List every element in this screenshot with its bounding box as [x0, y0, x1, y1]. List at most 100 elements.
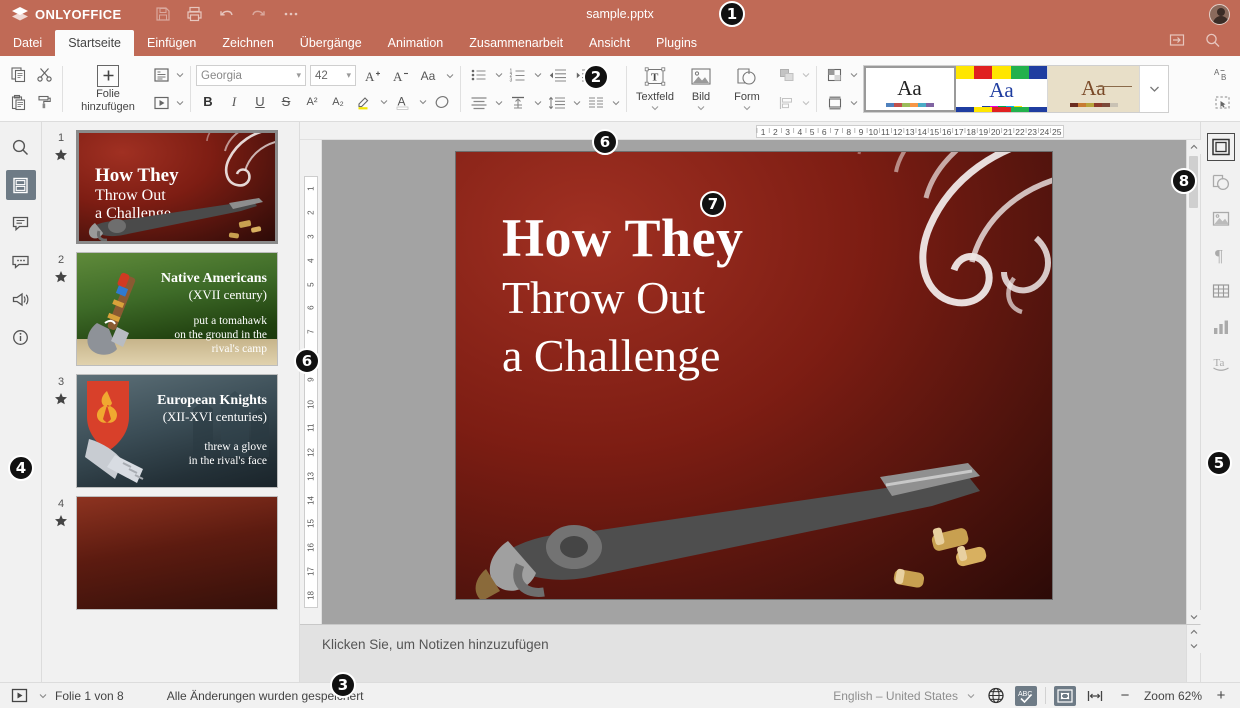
increase-font-size-icon[interactable]: A: [360, 65, 384, 87]
sidebar-item-comments[interactable]: [6, 208, 36, 238]
select-all-icon[interactable]: [1209, 91, 1235, 115]
thumbnail-row-3[interactable]: 3: [42, 366, 299, 488]
scroll-down-arrow-icon[interactable]: [1187, 610, 1201, 624]
font-color-caret-icon[interactable]: [417, 92, 428, 112]
canvas-vertical-scrollbar[interactable]: [1186, 140, 1200, 624]
theme-gallery-more-icon[interactable]: [1140, 66, 1168, 112]
slide-size-caret-icon[interactable]: [848, 65, 859, 85]
tab-zeichnen[interactable]: Zeichnen: [209, 30, 286, 56]
tab-datei[interactable]: Datei: [0, 30, 55, 56]
insert-textbox-button[interactable]: T Textfeld: [632, 61, 678, 117]
transition-star-icon[interactable]: [54, 270, 68, 284]
slideshow-caret-icon[interactable]: [37, 686, 48, 706]
slide-layout-icon[interactable]: [148, 63, 174, 87]
columns-icon[interactable]: [583, 91, 609, 115]
tab-einfuegen[interactable]: Einfügen: [134, 30, 209, 56]
thumbnail-row-2[interactable]: 2: [42, 244, 299, 366]
tab-ansicht[interactable]: Ansicht: [576, 30, 643, 56]
slide-stage[interactable]: How They Throw Out a Challenge: [322, 140, 1186, 624]
slide-settings-icon[interactable]: [1208, 134, 1234, 160]
line-spacing-icon[interactable]: [544, 91, 570, 115]
insert-shape-caret-icon[interactable]: [743, 104, 751, 112]
numbering-icon[interactable]: 123: [505, 63, 531, 87]
horizontal-ruler[interactable]: 1 2 3 4 5 6 7 8 9 10 11 12 13 14 15 16 1: [300, 122, 1200, 140]
insert-shape-button[interactable]: Form: [724, 61, 770, 117]
slide-thumbnail-4[interactable]: [76, 496, 278, 610]
set-language-icon[interactable]: [985, 686, 1007, 706]
font-family-input[interactable]: Georgia ▾: [196, 65, 306, 86]
slide-thumbnail-2[interactable]: Native Americans (XVII century) put a to…: [76, 252, 278, 366]
textart-settings-icon[interactable]: Ta: [1208, 350, 1234, 376]
align-icon[interactable]: [466, 91, 492, 115]
undo-icon[interactable]: [212, 1, 242, 27]
save-icon[interactable]: [148, 1, 178, 27]
change-case-icon[interactable]: Aa: [416, 65, 440, 87]
more-icon[interactable]: [276, 1, 306, 27]
zoom-out-button[interactable]: −: [1114, 686, 1136, 706]
insert-image-caret-icon[interactable]: [697, 104, 705, 112]
transition-star-icon[interactable]: [54, 514, 68, 528]
line-spacing-caret-icon[interactable]: [571, 93, 582, 113]
scroll-up-arrow-icon[interactable]: [1187, 140, 1201, 154]
theme-classic[interactable]: Aa: [1048, 66, 1140, 112]
slide-transition-icon[interactable]: [148, 91, 174, 115]
strikethrough-button[interactable]: S: [274, 91, 298, 113]
slide-thumbnails-panel[interactable]: 1 How They Throw Out a Challenge: [42, 122, 300, 682]
theme-bright[interactable]: Aa: [956, 66, 1048, 112]
chart-settings-icon[interactable]: [1208, 314, 1234, 340]
highlight-color-icon[interactable]: [352, 91, 376, 113]
open-file-location-icon[interactable]: [1162, 27, 1192, 53]
insert-textbox-caret-icon[interactable]: [651, 104, 659, 112]
theme-office[interactable]: Aa: [864, 66, 956, 112]
tab-animation[interactable]: Animation: [375, 30, 457, 56]
paste-icon[interactable]: [5, 91, 31, 115]
tab-plugins[interactable]: Plugins: [643, 30, 710, 56]
search-icon[interactable]: [1198, 27, 1228, 53]
current-slide-canvas[interactable]: How They Throw Out a Challenge: [456, 152, 1052, 599]
change-case-caret-icon[interactable]: [444, 66, 455, 86]
tab-zusammenarbeit[interactable]: Zusammenarbeit: [456, 30, 576, 56]
subscript-button[interactable]: A₂: [326, 91, 350, 113]
shape-settings-icon[interactable]: [1208, 170, 1234, 196]
redo-icon[interactable]: [244, 1, 274, 27]
notes-scroll-up-arrow-icon[interactable]: [1187, 625, 1201, 639]
add-slide-button[interactable]: Folie hinzufügen: [68, 61, 148, 117]
spellcheck-icon[interactable]: ABC: [1015, 686, 1037, 706]
bold-button[interactable]: B: [196, 91, 220, 113]
slide-thumbnail-1[interactable]: How They Throw Out a Challenge: [76, 130, 278, 244]
notes-pane[interactable]: Klicken Sie, um Notizen hinzuzufügen: [300, 624, 1200, 682]
table-settings-icon[interactable]: [1208, 278, 1234, 304]
copy-icon[interactable]: [5, 63, 31, 87]
format-painter-icon[interactable]: [31, 91, 57, 115]
sidebar-item-about[interactable]: [6, 322, 36, 352]
notes-vertical-scrollbar[interactable]: [1186, 625, 1200, 682]
bullets-caret-icon[interactable]: [493, 65, 504, 85]
fit-width-icon[interactable]: [1084, 686, 1106, 706]
sidebar-item-slides[interactable]: [6, 170, 36, 200]
fit-slide-icon[interactable]: [1054, 686, 1076, 706]
italic-button[interactable]: I: [222, 91, 246, 113]
sidebar-item-search[interactable]: [6, 132, 36, 162]
underline-button[interactable]: U: [248, 91, 272, 113]
decrease-font-size-icon[interactable]: A: [388, 65, 412, 87]
insert-image-button[interactable]: Bild: [678, 61, 724, 117]
highlight-caret-icon[interactable]: [378, 92, 389, 112]
superscript-button[interactable]: A²: [300, 91, 324, 113]
transition-star-icon[interactable]: [54, 148, 68, 162]
sidebar-item-feedback[interactable]: [6, 284, 36, 314]
tab-startseite[interactable]: Startseite: [55, 30, 134, 56]
slide-settings-toolbar-icon[interactable]: [822, 91, 848, 115]
slide-thumbnail-3[interactable]: European Knights (XII-XVI centuries) thr…: [76, 374, 278, 488]
image-settings-icon[interactable]: [1208, 206, 1234, 232]
vertical-align-icon[interactable]: [505, 91, 531, 115]
slide-transition-caret-icon[interactable]: [174, 93, 185, 113]
bullets-icon[interactable]: [466, 63, 492, 87]
zoom-level-label[interactable]: Zoom 62%: [1144, 689, 1202, 703]
notes-scroll-down-arrow-icon[interactable]: [1187, 639, 1201, 653]
tab-uebergaenge[interactable]: Übergänge: [287, 30, 375, 56]
slide-size-icon[interactable]: [822, 63, 848, 87]
numbering-caret-icon[interactable]: [532, 65, 543, 85]
avatar[interactable]: [1209, 4, 1230, 25]
print-icon[interactable]: [180, 1, 210, 27]
font-size-input[interactable]: 42 ▾: [310, 65, 356, 86]
